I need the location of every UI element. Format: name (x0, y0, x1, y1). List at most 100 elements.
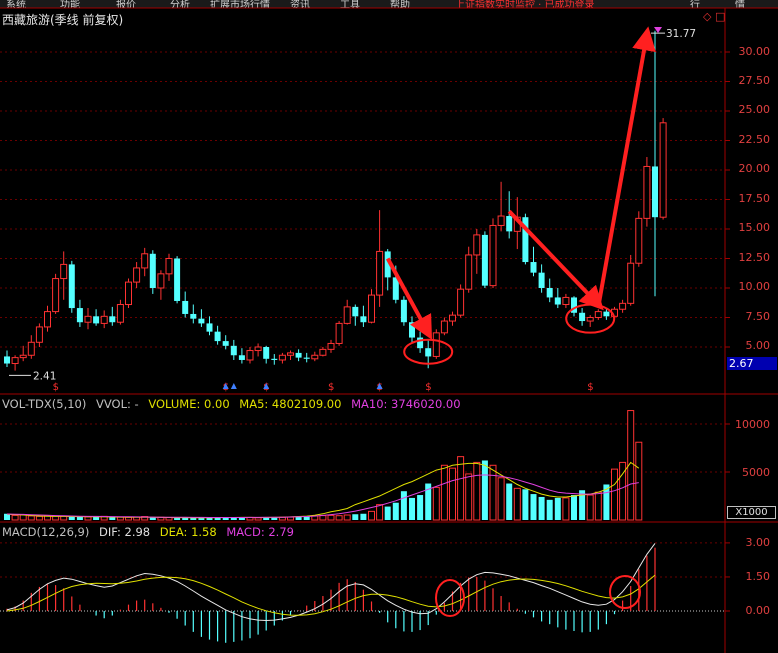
macd-tick-1-5: 1.50 (745, 570, 771, 583)
volume-bar-down (263, 517, 270, 520)
macd-legend-dif: DIF: 2.98 (99, 525, 151, 539)
volume-bar-up (335, 515, 343, 521)
candle-body-up (100, 315, 108, 324)
candle-body-down (149, 253, 156, 288)
volume-bar-down (554, 497, 561, 520)
price-tick-30: 30.00 (738, 45, 771, 58)
signal-glyph: $ (587, 382, 593, 393)
volume-bar-up (27, 515, 35, 521)
volume-bar-down (352, 514, 359, 520)
volume-bar-up (635, 441, 643, 521)
price-tick-12-5: 12.50 (738, 251, 771, 264)
vol-legend-volume: VOLUME: 0.00 (148, 397, 230, 411)
candle-body-down (538, 272, 545, 288)
candle-body-up (440, 320, 448, 334)
candle-body-up (643, 165, 651, 219)
candle-body-down (68, 264, 75, 309)
candle-body-down (206, 323, 213, 332)
volume-bar-up (343, 514, 351, 521)
candle-body-up (594, 311, 602, 319)
candle-body-down (271, 358, 278, 360)
candle-body-down (530, 262, 537, 273)
volume-tick-5000: 5000 (742, 466, 770, 479)
candle-body-up (586, 317, 594, 322)
price-tick-22-5: 22.50 (738, 133, 771, 146)
candle-body-up (60, 263, 68, 280)
volume-bar-up (611, 468, 618, 521)
candle-body-up (133, 267, 141, 283)
candle-body-down (76, 308, 83, 323)
signal-glyph: $ (425, 382, 431, 393)
candle-body-down (546, 288, 553, 298)
volume-bar-down (538, 496, 545, 520)
candle-body-up (562, 296, 570, 306)
highlight-circle-macd-2 (609, 575, 641, 609)
volume-bar-down (506, 483, 513, 520)
candle-body-up (19, 354, 27, 359)
volume-unit-box: X1000 (727, 506, 776, 519)
price-tick-20: 20.00 (738, 162, 771, 175)
macd-legend: MACD(12,26,9) DIF: 2.98 DEA: 1.58 MACD: … (2, 525, 300, 539)
price-tick-25: 25.00 (738, 103, 771, 116)
volume-bars (4, 410, 643, 521)
signal-glyph: $ (53, 382, 59, 393)
candle-body-up (619, 302, 627, 310)
price-tick-27-5: 27.50 (738, 74, 771, 87)
candle-body-down (174, 258, 181, 301)
volume-bar-down (571, 495, 577, 520)
signal-triangle-icon (230, 383, 237, 389)
candle-body-up (343, 306, 351, 324)
vol-legend-ma10: MA10: 3746020.00 (351, 397, 461, 411)
volume-bar-down (76, 516, 83, 520)
macd-histogram (6, 547, 656, 643)
candle-body-up (311, 354, 319, 360)
candle-body-down (579, 312, 586, 322)
volume-bar-up (440, 464, 448, 521)
candle-body-up (35, 326, 43, 343)
volume-bar-up (594, 491, 602, 521)
volume-bar-down (400, 491, 407, 520)
vol-legend-vvol: VVOL: - (96, 397, 139, 411)
volume-bar-down (530, 494, 537, 520)
candle-body-down (506, 216, 513, 232)
price-tick-7-5: 7.50 (745, 310, 771, 323)
candle-body-down (182, 300, 189, 314)
volume-bar-down (206, 517, 213, 520)
volume-bar-down (417, 495, 424, 520)
volume-bar-down (481, 460, 488, 520)
candle-body-down (481, 234, 488, 286)
candle-body-up (84, 315, 92, 323)
candle-body-up (44, 311, 51, 328)
signal-glyph: $ (328, 382, 334, 393)
volume-bar-down (360, 513, 367, 520)
candle-body-up (141, 253, 149, 269)
volume-bar-up (432, 486, 440, 521)
candle-body-up (659, 122, 667, 218)
candle-body-down (222, 341, 229, 346)
volume-bar-up (327, 514, 335, 521)
volume-bar-up (376, 504, 384, 521)
volume-bar-up (11, 514, 19, 521)
candle-body-up (27, 341, 35, 356)
price-tick-10: 10.00 (738, 280, 771, 293)
volume-bar-down (546, 499, 553, 520)
candle-body-down (263, 347, 270, 359)
candle-body-down (230, 345, 237, 356)
candle-body-up (157, 273, 165, 289)
candle-body-down (360, 316, 367, 323)
vol-legend-ma5: MA5: 4802109.00 (239, 397, 342, 411)
candle-body-up (635, 217, 643, 264)
volume-bar-down (522, 489, 529, 520)
volume-bar-up (254, 517, 262, 521)
candle-body-down (409, 322, 415, 338)
candle-body-down (603, 311, 610, 317)
candle-body-up (52, 278, 60, 313)
candle-body-up (278, 354, 286, 361)
current-price-box: 2.67 (727, 357, 777, 370)
candle-body-up (165, 258, 173, 275)
candle-body-up (489, 224, 497, 287)
candle-body-up (287, 352, 294, 356)
volume-bar-up (35, 515, 43, 521)
chart-canvas[interactable]: 2.4131.77$$$$$$$ (0, 0, 778, 653)
volume-bar-up (319, 515, 327, 521)
